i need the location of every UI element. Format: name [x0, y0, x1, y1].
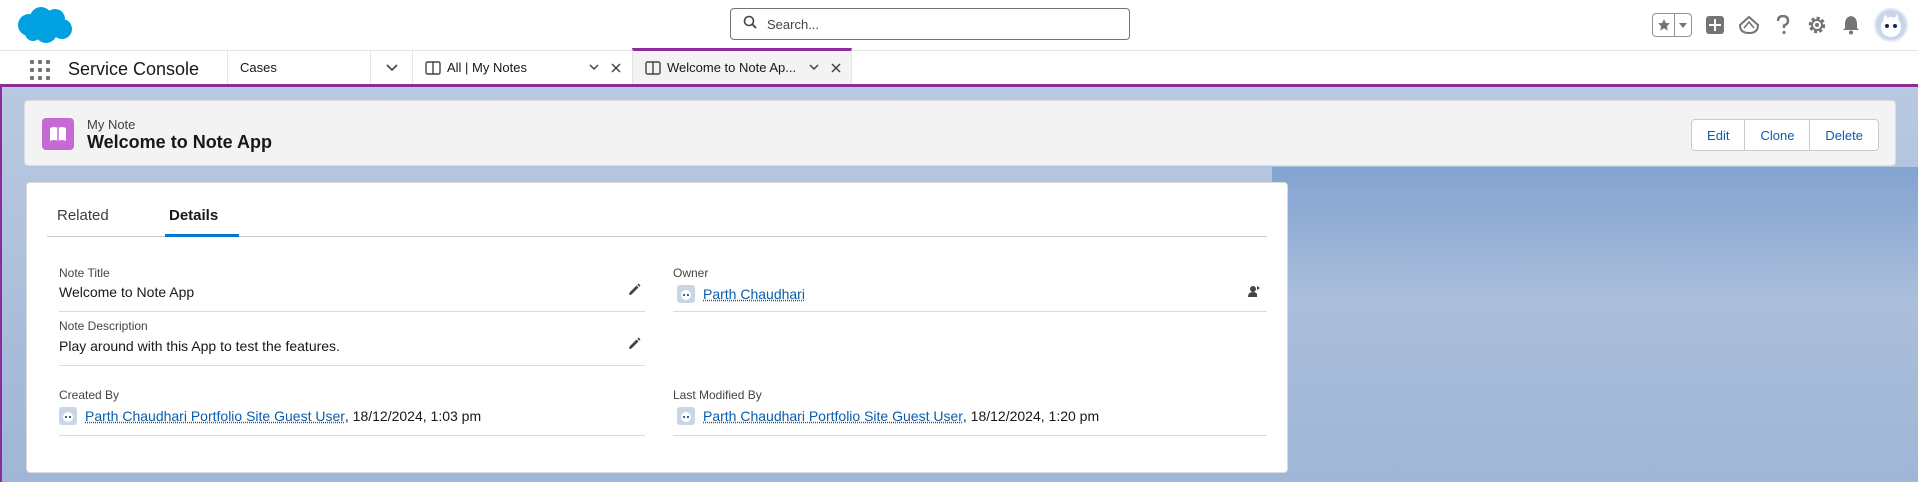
- tab-chevron-down-icon[interactable]: [589, 64, 599, 71]
- field-label: Note Title: [59, 266, 110, 280]
- record-detail-card: Related Details Note Title Welcome to No…: [26, 182, 1288, 473]
- tab-close-icon[interactable]: [831, 62, 841, 73]
- active-tab-indicator: [165, 234, 239, 237]
- clone-button[interactable]: Clone: [1745, 120, 1811, 150]
- background-pattern: [1272, 167, 1918, 297]
- note-record-icon: [42, 118, 74, 150]
- notifications-bell-icon[interactable]: [1840, 14, 1862, 36]
- global-header: Search...: [0, 0, 1918, 51]
- search-icon: [743, 15, 757, 34]
- favorites-dropdown-icon[interactable]: [1675, 14, 1691, 36]
- favorites-button-group: [1652, 13, 1692, 37]
- tab-label: All | My Notes: [447, 60, 527, 75]
- help-question-icon[interactable]: [1772, 14, 1794, 36]
- user-avatar[interactable]: [1874, 8, 1908, 42]
- setup-gear-icon[interactable]: [1806, 14, 1828, 36]
- console-navigation-bar: Service Console Cases All | My Notes Wel…: [0, 48, 1918, 87]
- field-note-description: Note Description Play around with this A…: [59, 319, 645, 366]
- field-note-title: Note Title Welcome to Note App: [59, 266, 645, 312]
- field-last-modified-by: Last Modified By Parth Chaudhari Portfol…: [673, 388, 1267, 436]
- app-launcher-icon[interactable]: [30, 60, 50, 80]
- field-value-container: Parth Chaudhari Portfolio Site Guest Use…: [59, 407, 481, 425]
- notebook-icon: [645, 60, 661, 75]
- global-actions-add-icon[interactable]: [1704, 14, 1726, 36]
- chevron-down-icon: [385, 60, 398, 75]
- pencil-edit-icon[interactable]: [627, 283, 641, 302]
- pencil-edit-icon[interactable]: [627, 337, 641, 356]
- tab-related[interactable]: Related: [57, 207, 109, 224]
- workspace-tab-welcome-note[interactable]: Welcome to Note Ap...: [632, 48, 852, 84]
- created-by-user-link[interactable]: Parth Chaudhari Portfolio Site Guest Use…: [85, 408, 345, 424]
- tab-label: Welcome to Note Ap...: [667, 60, 797, 75]
- field-value-container: Parth Chaudhari: [677, 285, 805, 303]
- navigation-menu-cases[interactable]: Cases: [227, 51, 370, 84]
- notebook-icon: [425, 60, 441, 75]
- field-owner: Owner Parth Chaudhari: [673, 266, 1267, 312]
- salesforce-cloud-logo[interactable]: [14, 5, 74, 45]
- field-value-container: Parth Chaudhari Portfolio Site Guest Use…: [677, 407, 1099, 425]
- search-placeholder: Search...: [767, 16, 820, 32]
- created-date: , 18/12/2024, 1:03 pm: [344, 408, 482, 424]
- last-modified-date: , 18/12/2024, 1:20 pm: [962, 408, 1100, 424]
- trailhead-guidance-icon[interactable]: [1738, 14, 1760, 36]
- field-value: Play around with this App to test the fe…: [59, 338, 340, 354]
- user-avatar-icon: [59, 407, 77, 425]
- user-avatar-icon: [677, 407, 695, 425]
- field-created-by: Created By Parth Chaudhari Portfolio Sit…: [59, 388, 645, 436]
- tab-close-icon[interactable]: [611, 62, 621, 73]
- owner-link[interactable]: Parth Chaudhari: [703, 286, 805, 302]
- field-value: Welcome to Note App: [59, 284, 195, 300]
- record-title: Welcome to Note App: [87, 132, 273, 152]
- last-modified-by-user-link[interactable]: Parth Chaudhari Portfolio Site Guest Use…: [703, 408, 963, 424]
- tab-details[interactable]: Details: [169, 207, 218, 224]
- record-tabs: Related Details: [47, 195, 1267, 237]
- app-name: Service Console: [68, 59, 200, 79]
- field-label: Owner: [673, 266, 709, 280]
- field-label: Last Modified By: [673, 388, 762, 402]
- edit-button[interactable]: Edit: [1692, 120, 1746, 150]
- favorite-star-icon[interactable]: [1653, 14, 1675, 36]
- workspace-tab-my-notes[interactable]: All | My Notes: [412, 51, 632, 84]
- record-type-label: My Note: [87, 117, 136, 132]
- delete-button[interactable]: Delete: [1810, 120, 1878, 150]
- header-utility-icons: [1652, 8, 1908, 42]
- field-label: Created By: [59, 388, 120, 402]
- record-page-content: My Note Welcome to Note App Edit Clone D…: [0, 87, 1918, 482]
- global-search-input[interactable]: Search...: [730, 8, 1130, 40]
- navigation-menu-dropdown[interactable]: [370, 51, 412, 84]
- change-owner-icon[interactable]: [1247, 284, 1261, 303]
- tab-chevron-down-icon[interactable]: [809, 64, 819, 71]
- field-label: Note Description: [59, 319, 148, 333]
- user-avatar-icon: [677, 285, 695, 303]
- record-actions: Edit Clone Delete: [1691, 119, 1879, 151]
- record-highlights-panel: My Note Welcome to Note App Edit Clone D…: [24, 100, 1896, 166]
